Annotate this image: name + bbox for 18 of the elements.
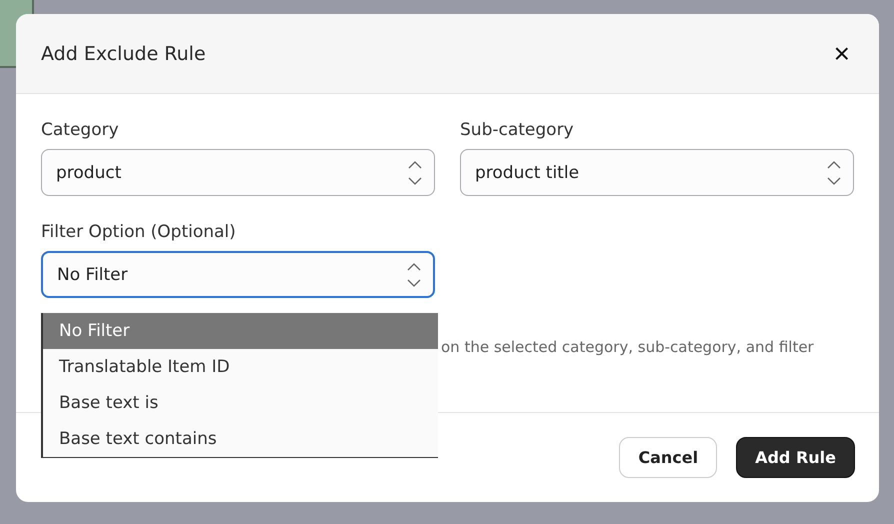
help-text: on the selected category, sub-category, and filter (441, 338, 814, 356)
chevron-updown-icon (407, 262, 421, 288)
add-rule-button[interactable]: Add Rule (736, 437, 855, 478)
dropdown-option[interactable]: Translatable Item ID (43, 349, 438, 385)
select-field[interactable]: No Filter (41, 251, 435, 298)
field-label: Filter Option (Optional) (41, 222, 237, 242)
field-label: Sub-category (460, 120, 575, 140)
dropdown-option[interactable]: No Filter (43, 313, 438, 349)
cancel-button[interactable]: Cancel (619, 437, 718, 478)
dropdown-option[interactable]: Base text is (43, 385, 438, 421)
dialog-title: Add Exclude Rule (41, 42, 206, 64)
chevron-updown-icon (408, 160, 422, 186)
dropdown-option[interactable]: Base text contains (43, 421, 438, 457)
select-field[interactable]: product (41, 149, 435, 196)
close-button[interactable]: × (830, 40, 854, 68)
field-label: Category (41, 120, 120, 140)
chevron-updown-icon (827, 160, 841, 186)
select-field[interactable]: product title (460, 149, 854, 196)
